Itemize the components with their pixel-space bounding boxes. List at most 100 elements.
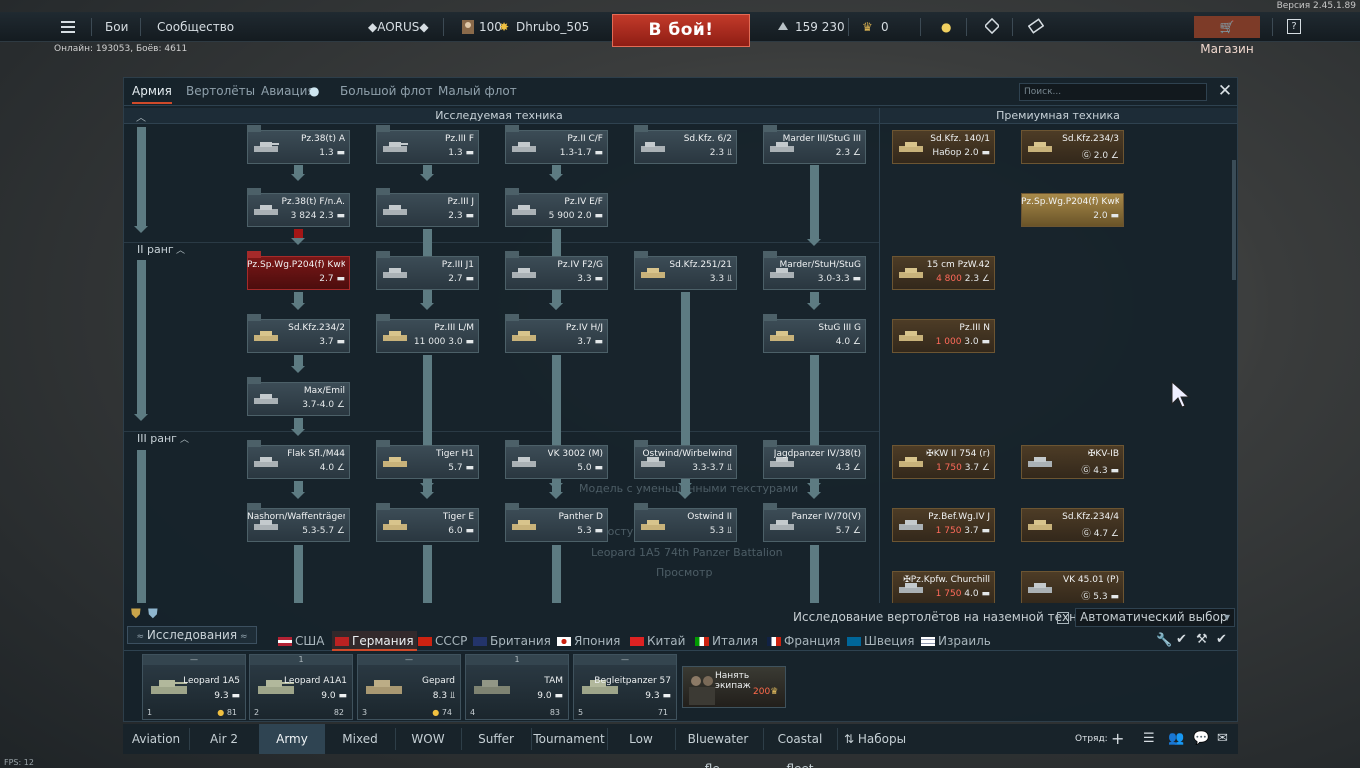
premium-vehicle-card[interactable]: Pz.Bef.Wg.IV J1 750 3.7 ▬ [892,508,995,542]
repair-all-icon[interactable]: ⚒ [1196,632,1208,647]
vehicle-card[interactable]: Pz.Sp.Wg.P204(f) KwK 2.7 ▬ [247,251,350,290]
preset-tab-wow[interactable]: WOW [395,724,461,754]
premium-vehicle-card[interactable]: 15 cm PzW.42 4 800 2.3 ∠ [892,256,995,290]
search-input[interactable]: Поиск... [1019,83,1207,101]
vehicle-card[interactable]: Sd.Kfz.251/21 3.3 ⫫ [634,251,737,290]
vehicle-card[interactable]: Sd.Kfz.234/2 3.7 ▬ [247,314,350,353]
tab-helicopters[interactable]: Вертолёты [186,78,255,104]
wrench-icon[interactable]: 🔧 [1156,633,1172,648]
vehicle-card[interactable]: Pz.III J1 2.7 ▬ [376,251,479,290]
vehicle-card[interactable]: Marder/StuH/StuG 3.0-3.3 ▬ [763,251,866,290]
crew-slot[interactable]: — Gepard 8.3 ⫫ 3 ● 74 [357,654,461,720]
player-nickname[interactable]: Dhrubo_505 [516,12,589,42]
rank2-chevron-icon[interactable]: ︿ [176,243,185,256]
vehicle-card[interactable]: Pz.II C/F 1.3-1.7 ▬ [505,125,608,164]
premium-vehicle-card[interactable]: Sd.Kfz.234/4 Ⓖ 4.7 ∠ [1021,508,1124,542]
tab-aviation[interactable]: Авиация [261,78,315,104]
britain-flag-icon [473,637,487,646]
presets-button[interactable]: ⇅ Наборы [839,724,911,754]
vehicle-card[interactable]: Tiger H1 5.7 ▬ [376,440,479,479]
close-icon[interactable]: ✕ [1215,80,1235,102]
nation-france[interactable]: Франция [767,631,840,651]
preset-tab-tournament[interactable]: Tournament [531,724,607,754]
check-all-icon[interactable]: ✔ [1216,632,1227,647]
vehicle-card[interactable]: Marder III/StuG III 2.3 ∠ [763,125,866,164]
vehicle-card[interactable]: Pz.III F 1.3 ▬ [376,125,479,164]
nation-japan[interactable]: Япония [557,631,620,651]
premium-vehicle-card[interactable]: Pz.Sp.Wg.P204(f) KwK 2.0 ▬ [1021,193,1124,227]
preset-tab-army[interactable]: Army [259,724,325,754]
vehicle-card[interactable]: Ostwind/Wirbelwind 3.3-3.7 ⫫ [634,440,737,479]
player-avatar-icon[interactable] [460,12,476,42]
vehicle-card[interactable]: Pz.38(t) F/n.A. 3 824 2.3 ▬ [247,188,350,227]
tab-coastal-fleet[interactable]: Малый флот [438,78,517,104]
vehicle-card[interactable]: Pz.IV H/J 3.7 ▬ [505,314,608,353]
marketplace-icon[interactable] [983,12,1001,42]
nation-usa[interactable]: США [278,631,324,651]
preset-tab-coastal[interactable]: Coastal fleet [763,724,837,768]
vehicle-card[interactable]: Flak Sfl./M44 4.0 ∠ [247,440,350,479]
premium-vehicle-card[interactable]: VK 45.01 (P) Ⓖ 5.3 ▬ [1021,571,1124,603]
vehicle-card[interactable]: Pz.IV E/F 5 900 2.0 ▬ [505,188,608,227]
preset-tab-bluewater[interactable]: Bluewater fle... [675,724,761,768]
premium-vehicle-card[interactable]: Pz.III N1 000 3.0 ▬ [892,319,995,353]
vehicle-card[interactable]: Pz.III J 2.3 ▬ [376,188,479,227]
premium-vehicle-card[interactable]: Sd.Kfz. 140/1 Набор 2.0 ▬ [892,130,995,164]
nation-italy[interactable]: Италия [695,631,758,651]
vehicle-card[interactable]: Pz.III L/M 11 000 3.0 ▬ [376,314,479,353]
nation-sweden[interactable]: Швеция [847,631,914,651]
crew-slot[interactable]: 1 TAM 9.0 ▬ 4 83 [465,654,569,720]
help-button[interactable]: ? [1287,19,1301,34]
to-battle-button[interactable]: В бой! [612,14,750,47]
vehicle-card[interactable]: Pz.IV F2/G 3.3 ▬ [505,251,608,290]
premium-vehicle-card[interactable]: ✠KW II 754 (r) 1 750 3.7 ∠ [892,445,995,479]
tree-scrollbar[interactable] [1232,160,1236,280]
vehicle-card[interactable]: StuG III G 4.0 ∠ [763,314,866,353]
vehicle-card[interactable]: Nashorn/Waffenträger 5.3-5.7 ∠ [247,503,350,542]
premium-vehicle-card[interactable]: ✠KV-IB Ⓖ 4.3 ▬ [1021,445,1124,479]
vehicle-card[interactable]: Sd.Kfz. 6/2 2.3 ⫫ [634,125,737,164]
premium-vehicle-card[interactable]: Sd.Kfz.234/3 Ⓖ 2.0 ∠ [1021,130,1124,164]
chat-icon[interactable]: 💬 [1193,724,1209,754]
vehicle-card[interactable]: Max/Emil 3.7-4.0 ∠ [247,377,350,416]
vehicle-card[interactable]: Pz.38(t) A 1.3 ▬ [247,125,350,164]
check-icon[interactable]: ✔ [1176,632,1187,647]
collapse-chevron-icon[interactable]: ︿ [136,109,146,124]
vehicle-card[interactable]: VK 3002 (M) 5.0 ▬ [505,440,608,479]
vehicle-card[interactable]: Ostwind II 5.3 ⫫ [634,503,737,542]
nation-china[interactable]: Китай [630,631,685,651]
shop-button[interactable]: 🛒Магазин [1194,16,1260,56]
menu-icon[interactable] [60,12,76,42]
crew-slot[interactable]: — Begleitpanzer 57 9.3 ▬ 5 71 [573,654,677,720]
vehicle-card[interactable]: Tiger E 6.0 ▬ [376,503,479,542]
hire-crew-slot[interactable]: Нанять экипаж 200♛ [682,666,786,708]
tab-bluewater-fleet[interactable]: Большой флот [340,78,433,104]
nation-ussr[interactable]: СССР [418,631,467,651]
preset-tab-aviation[interactable]: Aviation [123,724,189,754]
rank3-chevron-icon[interactable]: ︿ [180,432,189,445]
preset-tab-low[interactable]: Low [607,724,675,754]
list-icon[interactable]: ☰ [1143,724,1155,754]
vehicle-card[interactable]: Panzer IV/70(V) 5.7 ∠ [763,503,866,542]
tab-army[interactable]: Армия [132,78,172,104]
vehicle-card[interactable]: Jagdpanzer IV/38(t) 4.3 ∠ [763,440,866,479]
add-squad-icon[interactable]: + [1111,724,1124,754]
premium-vehicle-card[interactable]: ✠Pz.Kpfw. Churchill 1 750 4.0 ▬ [892,571,995,603]
nation-germany[interactable]: Германия [332,631,417,651]
vehicle-card[interactable]: Panther D 5.3 ▬ [505,503,608,542]
nation-israel[interactable]: Израиль [921,631,991,651]
friends-icon[interactable]: 👥 [1168,724,1184,754]
crew-slot[interactable]: — Leopard 1A5 9.3 ▬ 1 ● 81 [142,654,246,720]
battles-menu[interactable]: Бои [105,12,128,42]
nation-britain[interactable]: Британия [473,631,551,651]
heli-research-checkbox[interactable] [1057,612,1069,624]
mail-icon[interactable]: ✉ [1217,724,1228,754]
community-menu[interactable]: Сообщество [157,12,234,42]
preset-tab-mixed[interactable]: Mixed [325,724,395,754]
preset-tab-air2[interactable]: Air 2 [189,724,259,754]
preset-tab-suffer[interactable]: Suffer [461,724,531,754]
auto-select-dropdown[interactable]: Автоматический выбор ▾ [1075,608,1235,627]
coupon-icon[interactable] [1027,12,1045,42]
crew-slot[interactable]: 1 Leopard A1A1 9.0 ▬ 2 82 [249,654,353,720]
lightbulb-icon[interactable]: ● [941,12,951,42]
